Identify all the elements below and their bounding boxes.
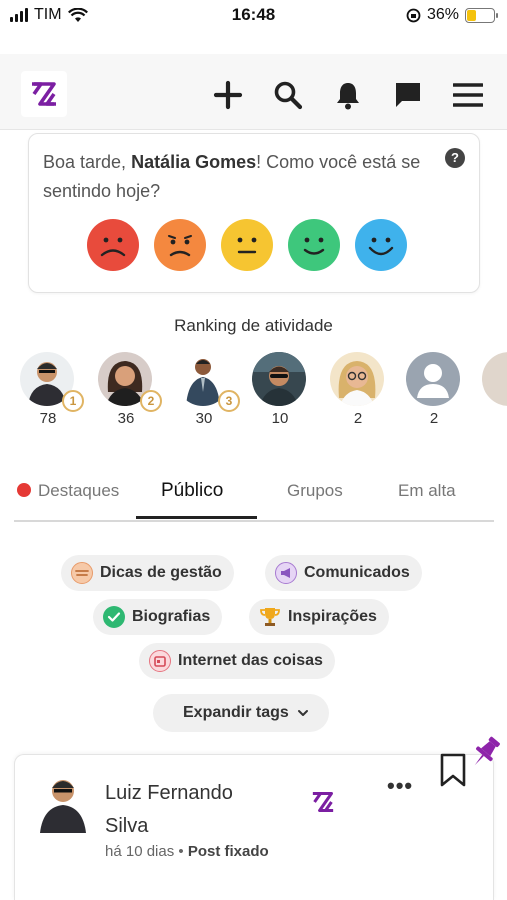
zorp-logo-icon: [32, 82, 56, 106]
default-avatar-icon: [406, 352, 460, 406]
rank-score: 2: [353, 410, 363, 427]
status-bar: TIM 16:48 36%: [0, 0, 507, 32]
ranking-item[interactable]: 1 78: [20, 352, 84, 427]
ranking-item[interactable]: 10: [252, 352, 312, 427]
tab-destaques-label: Destaques: [38, 481, 120, 500]
rank-medal: 1: [62, 390, 84, 412]
tag-label: Inspirações: [288, 608, 377, 625]
calendar-icon: [149, 650, 171, 672]
chat-icon[interactable]: [391, 78, 425, 112]
tag-biografias[interactable]: Biografias: [93, 599, 223, 635]
trophy-icon: [259, 606, 281, 628]
tag-label: Internet das coisas: [178, 652, 323, 669]
status-right: 36%: [406, 6, 498, 24]
rank-score: 2: [429, 410, 439, 427]
expand-tags-label: Expandir tags: [183, 704, 289, 721]
greeting-prefix: Boa tarde,: [43, 152, 127, 172]
tag-internet-das-coisas[interactable]: Internet das coisas: [139, 643, 335, 679]
pinned-status: Post fixado: [187, 843, 269, 860]
ranking-item[interactable]: 2: [330, 352, 390, 427]
post-author-name[interactable]: Luiz Fernando Silva: [105, 777, 285, 843]
ranking-item-partial[interactable]: [482, 352, 507, 406]
post-time: há 10 dias: [105, 843, 175, 860]
tag-comunicados[interactable]: Comunicados: [265, 555, 422, 591]
ranking-item[interactable]: 2: [406, 352, 466, 427]
battery-percent: 36%: [426, 6, 459, 23]
battery-icon: [465, 7, 498, 23]
app-logo[interactable]: [21, 71, 67, 117]
tag-label: Comunicados: [304, 564, 410, 581]
tab-grupos[interactable]: Grupos: [287, 481, 343, 501]
plus-icon[interactable]: [211, 78, 245, 112]
happy-face-icon: [303, 237, 325, 255]
tab-publico[interactable]: Público: [161, 480, 223, 502]
very-happy-face-icon: [368, 237, 394, 256]
battery-fill: [467, 9, 477, 21]
check-icon: [103, 606, 125, 628]
meta-separator: •: [178, 843, 184, 860]
mood-faces: [87, 219, 407, 271]
tab-destaques[interactable]: Destaques: [17, 481, 119, 501]
more-options-button[interactable]: •••: [387, 773, 413, 799]
mood-very-happy-button[interactable]: [355, 219, 407, 271]
rank-medal: 3: [218, 390, 240, 412]
post-card[interactable]: Luiz Fernando Silva há 10 dias • Post fi…: [14, 753, 494, 900]
pin-icon: [466, 734, 504, 777]
mood-neutral-button[interactable]: [221, 219, 273, 271]
rank-score: 10: [271, 410, 289, 427]
ranking-list: 1 78 2 36 3 30 10 2 2: [20, 352, 507, 432]
ranking-item[interactable]: 3 30: [176, 352, 240, 427]
active-tab-indicator: [136, 516, 257, 519]
zorp-badge-icon: [310, 791, 336, 818]
avatar: [482, 352, 507, 406]
rank-score: 30: [195, 410, 213, 427]
bookmark-icon[interactable]: [439, 753, 467, 792]
chevron-down-icon: [297, 710, 308, 716]
megaphone-icon: [275, 562, 297, 584]
expand-tags-button[interactable]: Expandir tags: [153, 694, 329, 732]
orientation-lock-icon: [406, 8, 421, 22]
post-author-second-line: Silva: [105, 815, 149, 837]
tag-inspiracoes[interactable]: Inspirações: [249, 599, 389, 635]
avatar: [252, 352, 306, 406]
tag-label: Dicas de gestão: [100, 564, 222, 581]
sad-face-icon: [168, 235, 192, 257]
mood-sad-button[interactable]: [154, 219, 206, 271]
help-icon[interactable]: ?: [445, 148, 465, 168]
rank-score: 78: [39, 410, 57, 427]
ranking-title: Ranking de atividade: [174, 316, 333, 335]
post-meta: há 10 dias • Post fixado: [105, 843, 269, 860]
mood-very-sad-button[interactable]: [87, 219, 139, 271]
mood-question: Boa tarde, Natália Gomes! Como você está…: [43, 148, 443, 206]
rank-score: 36: [117, 410, 135, 427]
mood-happy-button[interactable]: [288, 219, 340, 271]
app-header: [0, 54, 507, 130]
mood-card: Boa tarde, Natália Gomes! Como você está…: [28, 133, 480, 293]
neutral-face-icon: [237, 237, 257, 254]
avatar: [330, 352, 384, 406]
ranking-item[interactable]: 2 36: [98, 352, 162, 427]
feed-tabs: Destaques Público Grupos Em alta: [14, 470, 494, 522]
search-icon[interactable]: [271, 78, 305, 112]
tag-label: Biografias: [132, 608, 211, 625]
destaques-dot-icon: [17, 483, 31, 497]
menu-icon[interactable]: [451, 78, 485, 112]
bell-icon[interactable]: [331, 78, 365, 112]
tag-dicas-de-gestao[interactable]: Dicas de gestão: [61, 555, 234, 591]
tab-em-alta[interactable]: Em alta: [398, 481, 456, 501]
rank-medal: 2: [140, 390, 162, 412]
post-author-first-line: Luiz Fernando: [105, 782, 233, 804]
tip-icon: [71, 562, 93, 584]
header-actions: [211, 78, 485, 112]
very-sad-face-icon: [100, 237, 126, 257]
user-name: Natália Gomes: [131, 152, 257, 172]
post-author-avatar[interactable]: [37, 771, 89, 833]
